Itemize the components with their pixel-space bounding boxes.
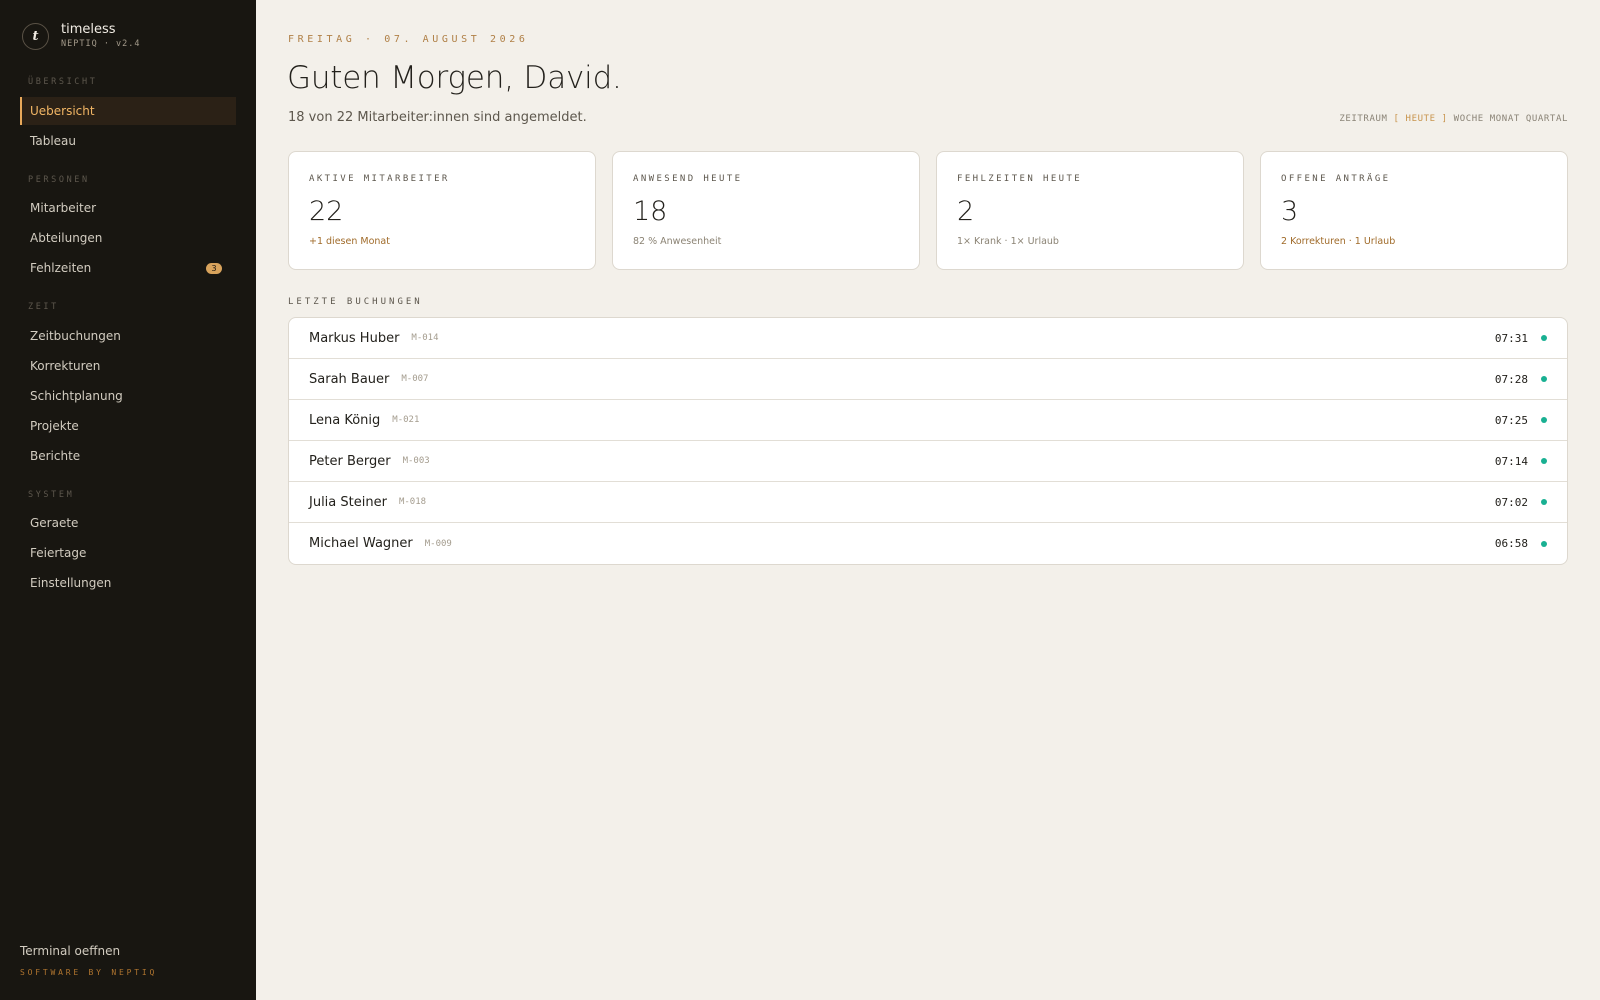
stat-value: 18 — [633, 196, 668, 227]
stat-note: +1 diesen Monat — [309, 236, 390, 247]
list-item[interactable]: Sarah Bauer M-007 07:28 — [289, 359, 1567, 400]
sidebar-item-geraete[interactable]: Geraete — [20, 509, 236, 537]
booking-time: 07:14 — [1494, 454, 1528, 468]
employee-id: M-021 — [392, 415, 420, 425]
stat-note: 2 Korrekturen · 1 Urlaub — [1281, 236, 1396, 247]
booking-time: 07:28 — [1494, 372, 1528, 386]
stat-cards: AKTIVE MITARBEITER 22 +1 diesen Monat AN… — [288, 151, 1568, 270]
employee-id: M-014 — [411, 333, 439, 343]
nav-section-system: SYSTEM — [28, 490, 75, 500]
stat-value: 3 — [1281, 196, 1299, 227]
current-date: FREITAG · 07. AUGUST 2026 — [288, 34, 529, 45]
list-item[interactable]: Peter Berger M-003 07:14 — [289, 441, 1567, 482]
status-dot-icon — [1541, 335, 1547, 341]
logo-icon: t — [22, 23, 49, 50]
period-selector: ZEITRAUM [ HEUTE ] WOCHE MONAT QUARTAL — [1339, 114, 1568, 124]
stat-label: FEHLZEITEN HEUTE — [957, 174, 1083, 184]
period-label: ZEITRAUM — [1339, 114, 1388, 124]
nav-section-overview: ÜBERSICHT — [28, 77, 98, 87]
sidebar-item-abteilungen[interactable]: Abteilungen — [20, 224, 236, 252]
employee-name: Lena König — [309, 412, 381, 428]
bookings-list: Markus Huber M-014 07:31 Sarah Bauer M-0… — [288, 317, 1568, 565]
brand[interactable]: t timeless NEPTIQ · v2.4 — [22, 22, 141, 51]
employee-name: Sarah Bauer — [309, 371, 390, 387]
sidebar-item-einstellungen[interactable]: Einstellungen — [20, 569, 236, 597]
sidebar-item-label: Fehlzeiten — [30, 261, 92, 275]
sidebar-item-fehlzeiten[interactable]: Fehlzeiten 3 — [20, 254, 236, 282]
status-dot-icon — [1541, 499, 1547, 505]
employee-name: Michael Wagner — [309, 536, 413, 551]
stat-value: 22 — [309, 196, 344, 227]
sidebar-item-schichtplanung[interactable]: Schichtplanung — [20, 382, 236, 410]
booking-time: 07:31 — [1494, 331, 1528, 345]
brand-text: timeless NEPTIQ · v2.4 — [61, 22, 141, 51]
sidebar-item-uebersicht[interactable]: Uebersicht — [20, 97, 236, 125]
nav-section-people: PERSONEN — [28, 175, 90, 185]
sidebar: t timeless NEPTIQ · v2.4 ÜBERSICHT Ueber… — [0, 0, 256, 1000]
stat-note: 1× Krank · 1× Urlaub — [957, 236, 1059, 247]
sidebar-item-tableau[interactable]: Tableau — [20, 127, 236, 155]
booking-time: 07:25 — [1494, 413, 1528, 427]
employee-name: Markus Huber — [309, 330, 400, 346]
period-option-heute[interactable]: HEUTE — [1406, 114, 1436, 124]
sidebar-item-berichte[interactable]: Berichte — [20, 442, 236, 470]
period-bracket-open: [ — [1393, 114, 1400, 124]
terminal-link[interactable]: Terminal oeffnen — [20, 944, 120, 958]
list-item[interactable]: Markus Huber M-014 07:31 — [289, 318, 1567, 359]
employee-name: Julia Steiner — [309, 494, 387, 510]
list-item[interactable]: Julia Steiner M-018 07:02 — [289, 482, 1567, 523]
stat-value: 2 — [957, 196, 975, 227]
booking-time: 06:58 — [1494, 537, 1528, 550]
stat-card-present-today[interactable]: ANWESEND HEUTE 18 82 % Anwesenheit — [612, 151, 920, 270]
stat-label: ANWESEND HEUTE — [633, 174, 743, 184]
app-name: timeless — [61, 22, 116, 37]
status-dot-icon — [1541, 458, 1547, 464]
booking-time: 07:02 — [1494, 495, 1528, 509]
list-item[interactable]: Michael Wagner M-009 06:58 — [289, 523, 1567, 564]
sidebar-item-projekte[interactable]: Projekte — [20, 412, 236, 440]
stat-card-open-requests[interactable]: OFFENE ANTRÄGE 3 2 Korrekturen · 1 Urlau… — [1260, 151, 1568, 270]
status-dot-icon — [1541, 376, 1547, 382]
page-title: Guten Morgen, David. — [287, 60, 622, 96]
period-option-woche[interactable]: WOCHE — [1454, 114, 1484, 124]
employee-id: M-007 — [401, 374, 429, 384]
period-option-quartal[interactable]: QUARTAL — [1526, 114, 1568, 124]
login-summary: 18 von 22 Mitarbeiter:innen sind angemel… — [288, 110, 587, 125]
count-badge: 3 — [206, 263, 222, 274]
stat-card-active-employees[interactable]: AKTIVE MITARBEITER 22 +1 diesen Monat — [288, 151, 596, 270]
stat-label: OFFENE ANTRÄGE — [1281, 174, 1391, 184]
bookings-title: LETZTE BUCHUNGEN — [288, 297, 423, 307]
sidebar-item-zeitbuchungen[interactable]: Zeitbuchungen — [20, 322, 236, 350]
status-dot-icon — [1541, 540, 1547, 547]
stat-card-absences-today[interactable]: FEHLZEITEN HEUTE 2 1× Krank · 1× Urlaub — [936, 151, 1244, 270]
sidebar-item-mitarbeiter[interactable]: Mitarbeiter — [20, 194, 236, 222]
employee-id: M-003 — [402, 456, 430, 466]
stat-label: AKTIVE MITARBEITER — [309, 174, 450, 184]
nav-section-time: ZEIT — [28, 302, 59, 312]
footer-credit: SOFTWARE BY NEPTIQ — [20, 968, 158, 977]
stat-note: 82 % Anwesenheit — [633, 236, 722, 247]
employee-id: M-018 — [398, 497, 427, 507]
sidebar-item-korrekturen[interactable]: Korrekturen — [20, 352, 236, 380]
period-option-monat[interactable]: MONAT — [1490, 114, 1520, 124]
sidebar-item-feiertage[interactable]: Feiertage — [20, 539, 236, 567]
status-dot-icon — [1541, 417, 1547, 423]
period-bracket-close: ] — [1441, 114, 1448, 124]
list-item[interactable]: Lena König M-021 07:25 — [289, 400, 1567, 441]
employee-name: Peter Berger — [309, 453, 391, 469]
app-version: NEPTIQ · v2.4 — [61, 39, 141, 49]
employee-id: M-009 — [424, 538, 452, 549]
